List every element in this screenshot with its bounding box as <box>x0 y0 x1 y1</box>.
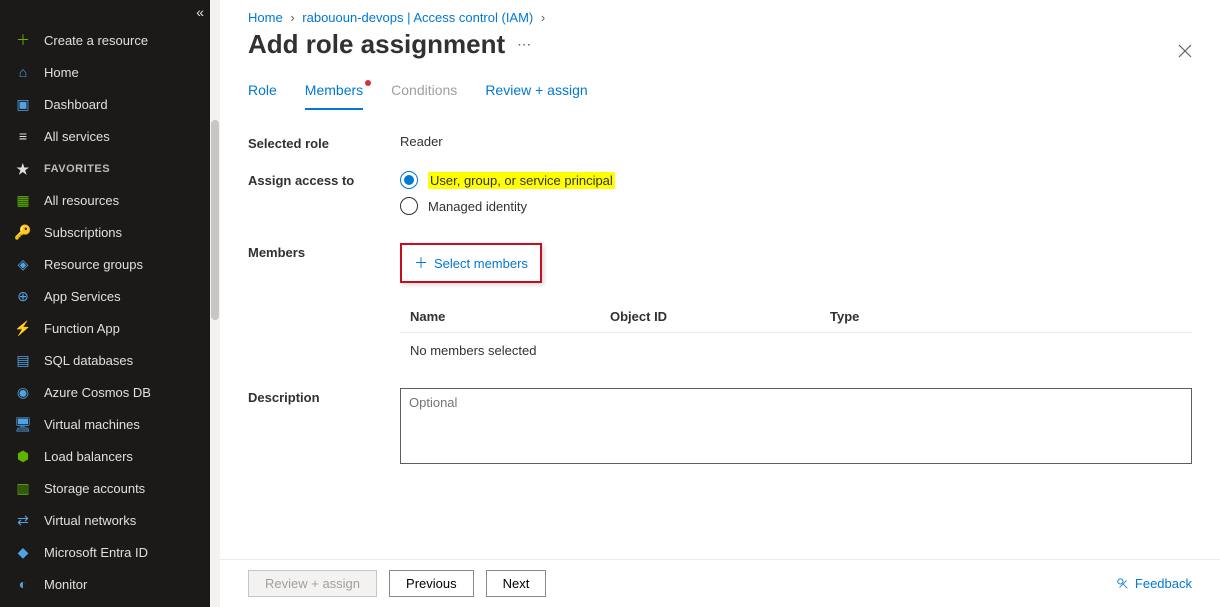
sidebar-item-label: Virtual machines <box>44 417 140 432</box>
description-label: Description <box>248 388 400 467</box>
home-icon: ⌂ <box>14 63 32 81</box>
sidebar-item-load-balancers[interactable]: ⬢ Load balancers <box>0 440 210 472</box>
select-members-highlight: ＋ Select members <box>400 243 542 283</box>
chevron-right-icon: › <box>541 10 545 25</box>
breadcrumb-resource[interactable]: rabououn-devops | Access control (IAM) <box>302 10 533 25</box>
sidebar-item-virtual-machines[interactable]: 🖥 Virtual machines <box>0 408 210 440</box>
main-panel: Home › rabououn-devops | Access control … <box>220 0 1220 607</box>
all-services-icon: ≡ <box>14 127 32 145</box>
sidebar-item-label: Monitor <box>44 577 87 592</box>
more-actions-icon[interactable]: ⋯ <box>517 36 531 53</box>
sidebar-item-function-app[interactable]: ⚡ Function App <box>0 312 210 344</box>
sidebar-item-home[interactable]: ⌂ Home <box>0 56 210 88</box>
sidebar-item-label: SQL databases <box>44 353 133 368</box>
sidebar-item-label: Microsoft Entra ID <box>44 545 148 560</box>
azure-cosmos-db-icon: ◉ <box>14 383 32 401</box>
assign-access-label: Assign access to <box>248 171 400 223</box>
sidebar-collapse[interactable]: « <box>196 4 204 20</box>
radio-managed-identity[interactable] <box>400 197 418 215</box>
sidebar-item-subscriptions[interactable]: 🔑 Subscriptions <box>0 216 210 248</box>
tabs: Role Members Conditions Review + assign <box>220 70 1220 110</box>
monitor-icon: ◐ <box>14 575 32 593</box>
load-balancers-icon: ⬢ <box>14 447 32 465</box>
sidebar-item-all-resources[interactable]: ▦ All resources <box>0 184 210 216</box>
sidebar-item-create-a-resource[interactable]: ＋ Create a resource <box>0 24 210 56</box>
close-icon[interactable] <box>1178 44 1192 62</box>
chevron-right-icon: › <box>290 10 294 25</box>
description-input[interactable] <box>400 388 1192 464</box>
sidebar-item-label: Dashboard <box>44 97 108 112</box>
breadcrumb-home[interactable]: Home <box>248 10 283 25</box>
star-icon: ★ <box>14 160 32 178</box>
radio-managed-identity-label: Managed identity <box>428 199 527 214</box>
feedback-icon <box>1116 577 1130 591</box>
members-table: Name Object ID Type No members selected <box>400 301 1192 368</box>
next-button[interactable]: Next <box>486 570 547 597</box>
app-services-icon: ⊕ <box>14 287 32 305</box>
sidebar-item-all-services[interactable]: ≡ All services <box>0 120 210 152</box>
sidebar-item-sql-databases[interactable]: ▤ SQL databases <box>0 344 210 376</box>
members-empty: No members selected <box>400 332 1192 368</box>
col-object-id: Object ID <box>610 309 830 324</box>
tab-review-assign[interactable]: Review + assign <box>485 82 587 110</box>
create-a-resource-icon: ＋ <box>14 31 32 49</box>
sidebar-item-label: Resource groups <box>44 257 143 272</box>
subscriptions-icon: 🔑 <box>14 223 32 241</box>
sidebar: « ＋ Create a resource ⌂ Home ▣ Dashboard ≡ All … <box>0 0 210 607</box>
members-label: Members <box>248 243 400 368</box>
microsoft-entra-id-icon: ◆ <box>14 543 32 561</box>
sidebar-item-label: Load balancers <box>44 449 133 464</box>
sidebar-item-label: App Services <box>44 289 121 304</box>
breadcrumb: Home › rabououn-devops | Access control … <box>220 0 1220 27</box>
sidebar-item-label: All services <box>44 129 110 144</box>
sidebar-item-label: Home <box>44 65 79 80</box>
virtual-machines-icon: 🖥 <box>14 415 32 433</box>
dashboard-icon: ▣ <box>14 95 32 113</box>
sidebar-item-label: Storage accounts <box>44 481 145 496</box>
radio-user-group[interactable] <box>400 171 418 189</box>
sidebar-item-label: Create a resource <box>44 33 148 48</box>
plus-icon: ＋ <box>414 253 428 273</box>
selected-role-value: Reader <box>400 134 1192 151</box>
sidebar-item-label: Subscriptions <box>44 225 122 240</box>
col-type: Type <box>830 309 1182 324</box>
sidebar-item-label: All resources <box>44 193 119 208</box>
review-assign-button[interactable]: Review + assign <box>248 570 377 597</box>
sidebar-item-microsoft-entra-id[interactable]: ◆ Microsoft Entra ID <box>0 536 210 568</box>
previous-button[interactable]: Previous <box>389 570 474 597</box>
function-app-icon: ⚡ <box>14 319 32 337</box>
resource-groups-icon: ◈ <box>14 255 32 273</box>
sidebar-item-label: Function App <box>44 321 120 336</box>
storage-accounts-icon: ▥ <box>14 479 32 497</box>
sidebar-item-virtual-networks[interactable]: ⇄ Virtual networks <box>0 504 210 536</box>
sidebar-item-label: Virtual networks <box>44 513 136 528</box>
feedback-link[interactable]: Feedback <box>1116 576 1192 591</box>
tab-members[interactable]: Members <box>305 82 363 110</box>
scrollbar-thumb[interactable] <box>211 120 219 320</box>
virtual-networks-icon: ⇄ <box>14 511 32 529</box>
sidebar-item-app-services[interactable]: ⊕ App Services <box>0 280 210 312</box>
page-title: Add role assignment <box>248 29 505 60</box>
sidebar-item-azure-cosmos-db[interactable]: ◉ Azure Cosmos DB <box>0 376 210 408</box>
select-members-button[interactable]: ＋ Select members <box>414 253 528 273</box>
sidebar-item-monitor[interactable]: ◐ Monitor <box>0 568 210 600</box>
sql-databases-icon: ▤ <box>14 351 32 369</box>
tab-conditions: Conditions <box>391 82 457 110</box>
all-resources-icon: ▦ <box>14 191 32 209</box>
footer: Review + assign Previous Next Feedback <box>220 559 1220 607</box>
col-name: Name <box>410 309 610 324</box>
tab-role[interactable]: Role <box>248 82 277 110</box>
favorites-header: ★ FAVORITES <box>0 152 210 184</box>
tab-indicator-dot <box>365 80 371 86</box>
sidebar-item-label: Azure Cosmos DB <box>44 385 151 400</box>
scrollbar-track[interactable] <box>210 0 220 607</box>
sidebar-item-resource-groups[interactable]: ◈ Resource groups <box>0 248 210 280</box>
selected-role-label: Selected role <box>248 134 400 151</box>
radio-user-group-label: User, group, or service principal <box>428 172 615 189</box>
sidebar-item-storage-accounts[interactable]: ▥ Storage accounts <box>0 472 210 504</box>
sidebar-item-dashboard[interactable]: ▣ Dashboard <box>0 88 210 120</box>
